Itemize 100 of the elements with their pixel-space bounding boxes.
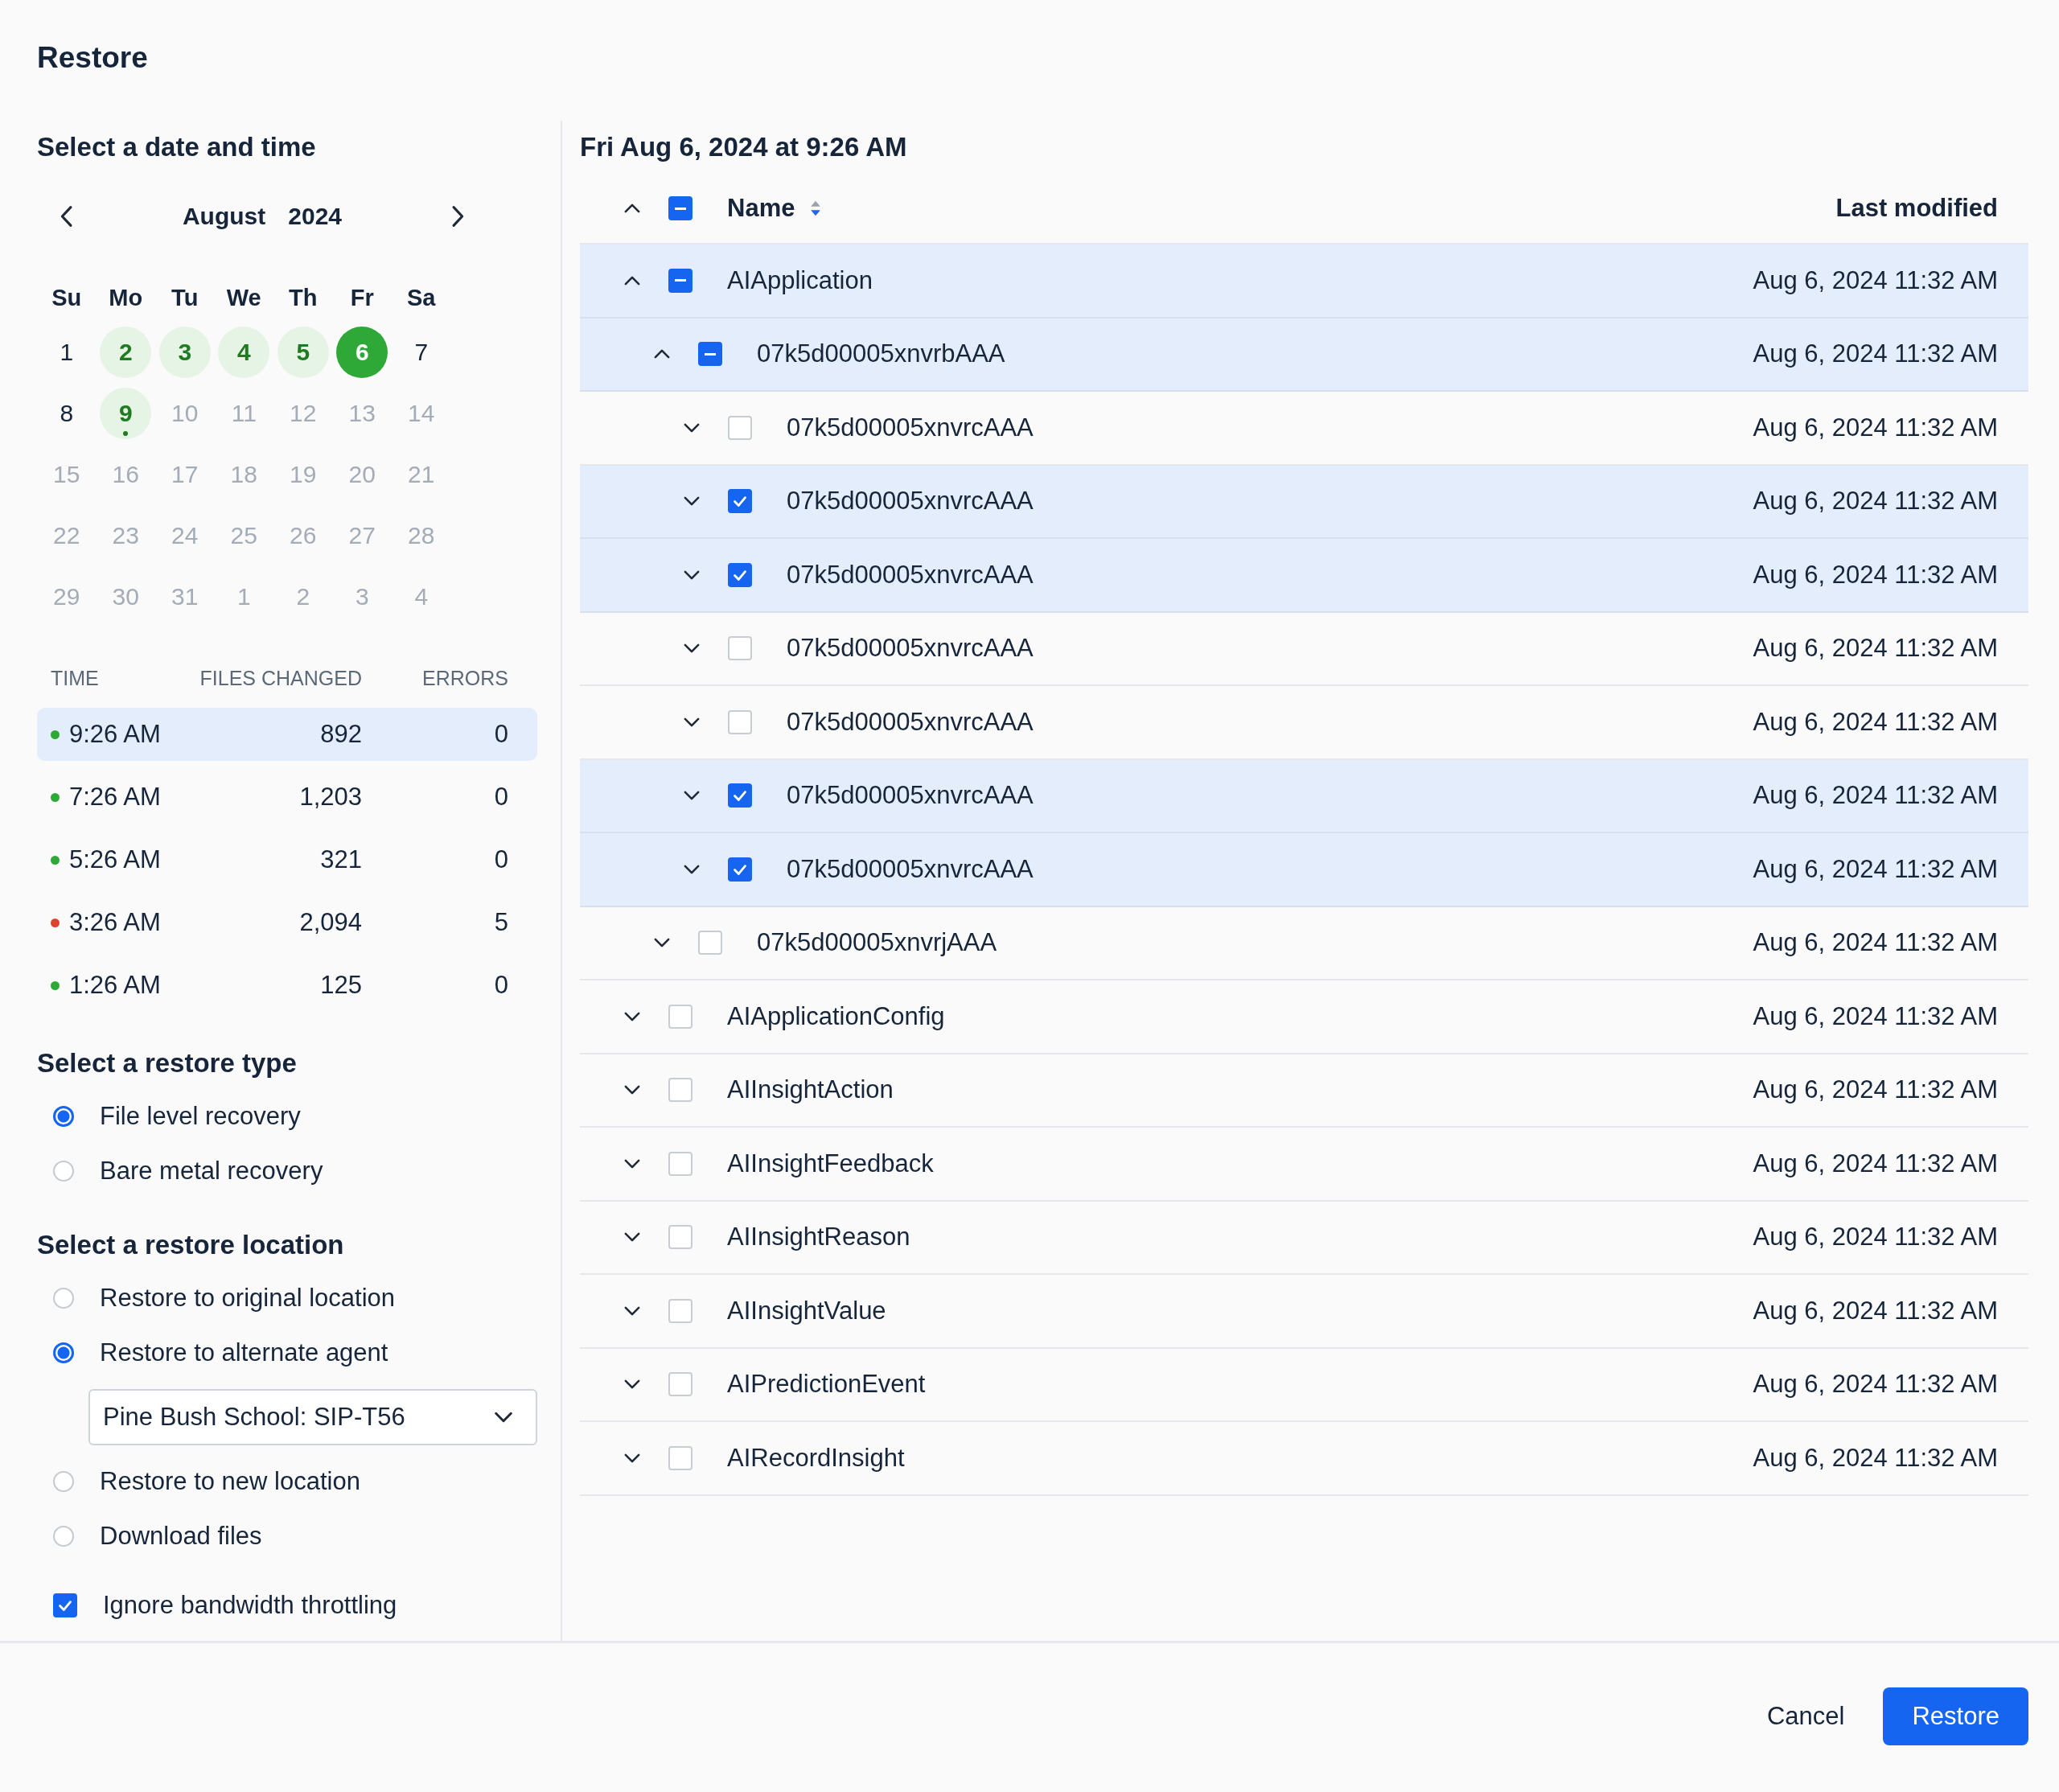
option-label: Bare metal recovery	[100, 1157, 323, 1186]
file-name[interactable]: 07k5d00005xnvrcAAA	[787, 781, 1034, 811]
calendar-day[interactable]: 1	[40, 327, 92, 378]
calendar-day: 10	[158, 388, 211, 439]
calendar-day[interactable]: 2	[100, 327, 152, 378]
file-name[interactable]: AIInsightValue	[727, 1296, 886, 1326]
column-header: ERRORS	[421, 666, 508, 690]
files-changed-text: 892	[319, 720, 362, 749]
checkbox[interactable]	[668, 268, 692, 293]
calendar-day: 4	[395, 571, 447, 623]
file-name[interactable]: 07k5d00005xnvrcAAA	[787, 487, 1034, 516]
file-name[interactable]: AIRecordInsight	[727, 1443, 905, 1473]
radio-button[interactable]	[53, 1526, 74, 1547]
files-changed-text: 2,094	[298, 908, 362, 937]
calendar-day: 30	[100, 571, 152, 623]
calendar-day: 13	[336, 388, 388, 439]
radio-button[interactable]	[53, 1288, 74, 1309]
cancel-button[interactable]: Cancel	[1749, 1687, 1863, 1745]
file-name[interactable]: 07k5d00005xnvrcAAA	[787, 707, 1034, 737]
snapshot-row[interactable]: 5:26 AM 321 0	[37, 828, 537, 891]
modified-date: Aug 6, 2024 11:32 AM	[1753, 1223, 1998, 1252]
calendar-day[interactable]: 9	[100, 388, 152, 439]
name-column-header[interactable]: Name	[727, 194, 795, 223]
calendar-day[interactable]: 4	[218, 327, 270, 378]
files-changed-text: 125	[319, 971, 362, 1000]
modified-date: Aug 6, 2024 11:32 AM	[1753, 339, 1998, 369]
calendar-day: 19	[277, 449, 329, 500]
option-label: Download files	[100, 1522, 262, 1551]
file-name[interactable]: 07k5d00005xnvrcAAA	[787, 634, 1034, 664]
time-text: 5:26 AM	[69, 845, 161, 874]
weekday-label: We	[225, 283, 262, 312]
option-label: File level recovery	[100, 1102, 301, 1131]
files-changed-text: 1,203	[298, 783, 362, 812]
checkbox[interactable]	[698, 342, 722, 367]
file-name[interactable]: AIApplicationConfig	[727, 1001, 945, 1031]
file-name[interactable]: AIInsightAction	[727, 1075, 894, 1105]
last-modified-column-header[interactable]: Last modified	[1835, 194, 1998, 223]
weekday-label: Fr	[349, 283, 375, 312]
calendar-day[interactable]: 7	[395, 327, 447, 378]
year-label: 2024	[288, 203, 343, 230]
calendar-day[interactable]: 8	[40, 388, 92, 439]
file-name[interactable]: 07k5d00005xnvrcAAA	[787, 854, 1034, 884]
checkbox[interactable]	[728, 562, 752, 587]
radio-button[interactable]	[53, 1161, 74, 1182]
radio-button[interactable]	[53, 1342, 74, 1363]
section-heading: Select a date and time	[37, 131, 317, 163]
calendar-day[interactable]: 3	[158, 327, 211, 378]
snapshot-row[interactable]: 3:26 AM 2,094 5	[37, 891, 537, 954]
checkbox[interactable]	[668, 196, 692, 220]
checkbox[interactable]	[728, 857, 752, 882]
modified-date: Aug 6, 2024 11:32 AM	[1753, 634, 1998, 664]
file-name[interactable]: AIApplication	[727, 265, 873, 295]
errors-text: 0	[493, 783, 508, 812]
calendar-day: 27	[336, 510, 388, 561]
modified-date: Aug 6, 2024 11:32 AM	[1753, 854, 1998, 884]
weekday-label: Sa	[406, 283, 437, 312]
option-label: Restore to original location	[100, 1284, 396, 1313]
file-name[interactable]: AIPredictionEvent	[727, 1370, 926, 1399]
weekday-label: Tu	[171, 283, 199, 312]
calendar-day: 28	[395, 510, 447, 561]
snapshot-row[interactable]: 1:26 AM 125 0	[37, 954, 537, 1017]
modified-date: Aug 6, 2024 11:32 AM	[1753, 1075, 1998, 1105]
file-name[interactable]: 07k5d00005xnvrbAAA	[757, 339, 1005, 369]
file-name[interactable]: 07k5d00005xnvrjAAA	[757, 928, 997, 958]
time-text: 3:26 AM	[69, 908, 161, 937]
calendar-day: 20	[336, 449, 388, 500]
files-changed-text: 321	[319, 845, 362, 874]
snapshot-row[interactable]: 9:26 AM 892 0	[37, 708, 537, 761]
radio-button[interactable]	[53, 1471, 74, 1492]
checkbox[interactable]	[53, 1593, 77, 1617]
calendar-day: 21	[395, 449, 447, 500]
file-name[interactable]: 07k5d00005xnvrcAAA	[787, 413, 1034, 442]
calendar-day[interactable]: 5	[277, 327, 329, 378]
calendar-day: 3	[336, 571, 388, 623]
section-heading: Select a restore location	[37, 1229, 345, 1261]
calendar-day: 16	[100, 449, 152, 500]
file-name[interactable]: 07k5d00005xnvrcAAA	[787, 560, 1034, 590]
option-label: Restore to alternate agent	[100, 1338, 388, 1367]
radio-button[interactable]	[53, 1106, 74, 1127]
weekday-label: Mo	[108, 283, 144, 312]
file-name[interactable]: AIInsightReason	[727, 1223, 910, 1252]
restore-button[interactable]: Restore	[1883, 1687, 2028, 1745]
agent-dropdown[interactable]: Pine Bush School: SIP-T56	[88, 1389, 537, 1445]
calendar-day: 24	[158, 510, 211, 561]
modified-date: Aug 6, 2024 11:32 AM	[1753, 1001, 1998, 1031]
file-name[interactable]: AIInsightFeedback	[727, 1149, 934, 1178]
dialog-title: Restore	[37, 40, 149, 76]
modified-date: Aug 6, 2024 11:32 AM	[1753, 781, 1998, 811]
time-text: 1:26 AM	[69, 971, 161, 1000]
modified-date: Aug 6, 2024 11:32 AM	[1753, 1443, 1998, 1473]
modified-date: Aug 6, 2024 11:32 AM	[1753, 560, 1998, 590]
time-text: 9:26 AM	[69, 720, 161, 749]
weekday-label: Su	[51, 283, 83, 312]
column-header: TIME	[51, 666, 100, 690]
snapshot-row[interactable]: 7:26 AM 1,203 0	[37, 766, 537, 828]
time-text: 7:26 AM	[69, 783, 161, 812]
calendar-day: 11	[218, 388, 270, 439]
checkbox[interactable]	[728, 489, 752, 514]
checkbox[interactable]	[728, 783, 752, 808]
modified-date: Aug 6, 2024 11:32 AM	[1753, 1149, 1998, 1178]
